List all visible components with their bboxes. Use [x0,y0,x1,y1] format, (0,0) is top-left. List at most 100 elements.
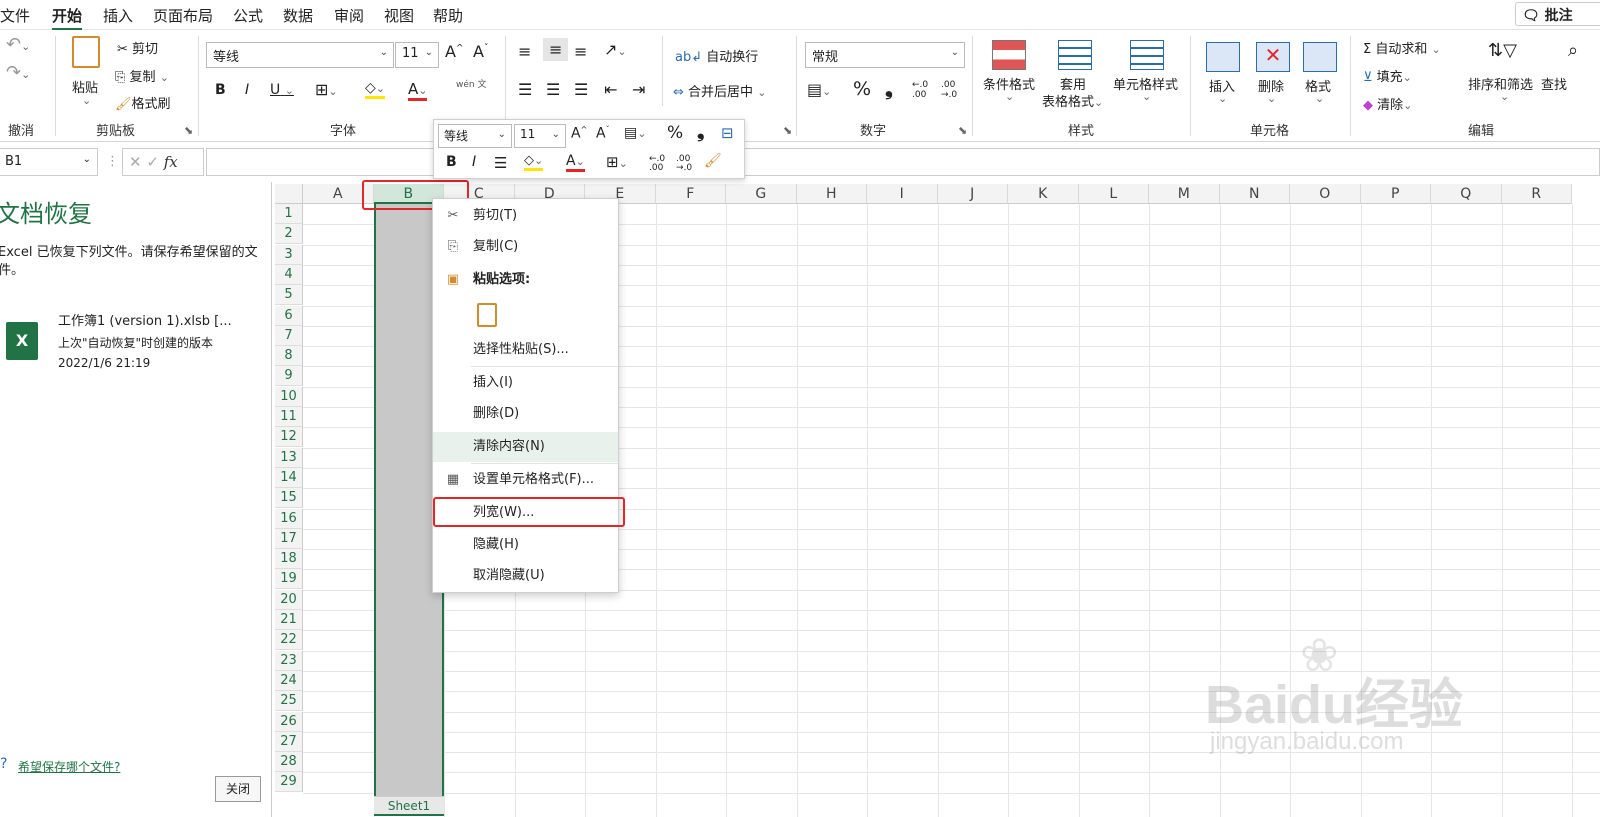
column-header-i[interactable]: I [867,184,938,204]
row-header-19[interactable]: 19 [275,569,303,590]
row-header-13[interactable]: 13 [275,447,303,468]
accounting-format-icon[interactable]: ▤⌄ [807,80,831,99]
decrease-decimal-icon[interactable]: .00 →.0 [941,80,965,100]
mini-size-select[interactable]: 11 ⌄ [514,124,566,148]
number-launcher-icon[interactable]: ⬊ [958,124,967,137]
menu-item-delete[interactable]: 删除(D) [433,399,618,429]
paste-icon[interactable] [72,36,100,68]
enter-icon[interactable]: ✓ [146,153,159,171]
mini-font-select[interactable]: 等线 ⌄ [438,124,512,148]
copy-button[interactable]: ⎘ 复制 ⌄ [115,66,169,85]
row-header-27[interactable]: 27 [275,731,303,752]
column-header-m[interactable]: M [1149,184,1220,204]
row-header-22[interactable]: 22 [275,630,303,651]
mini-italic-button[interactable]: I [472,154,476,170]
tab-formulas[interactable]: 公式 [233,5,263,26]
mini-grow-font-icon[interactable]: A^ [571,125,587,142]
mini-bold-button[interactable]: B [446,154,457,170]
column-header-p[interactable]: P [1360,184,1431,204]
row-header-4[interactable]: 4 [275,264,303,285]
column-header-o[interactable]: O [1290,184,1361,204]
row-header-10[interactable]: 10 [275,386,303,407]
decrease-indent-icon[interactable]: ⇤ [604,80,617,99]
tab-home[interactable]: 开始 [52,5,83,31]
row-header-8[interactable]: 8 [275,346,303,367]
paste-option-icon[interactable] [477,303,497,327]
row-header-2[interactable]: 2 [275,224,303,245]
comma-button[interactable]: ❟ [885,76,893,100]
row-header-20[interactable]: 20 [275,589,303,610]
merge-center-button[interactable]: ⇔ 合并后居中 ⌄ [673,81,766,100]
align-center-icon[interactable]: ☰ [546,80,560,99]
menu-item-hide[interactable]: 隐藏(H) [433,530,618,560]
column-header-q[interactable]: Q [1431,184,1502,204]
recovered-file-name[interactable]: 工作簿1 (version 1).xlsb [... [58,310,232,329]
mini-inc-decimal-icon[interactable]: ←.0 .00 [649,155,669,173]
close-button[interactable]: 关闭 [215,776,261,802]
menu-item-insert[interactable]: 插入(I) [433,368,618,398]
column-header-n[interactable]: N [1219,184,1290,204]
menu-item-copy[interactable]: ⎘ 复制(C) [433,232,618,262]
row-header-26[interactable]: 26 [275,711,303,732]
autosum-button[interactable]: Σ 自动求和 ⌄ [1363,38,1441,57]
cancel-icon[interactable]: ✕ [129,153,142,171]
underline-button[interactable]: U ⌄ [270,82,294,98]
help-link[interactable]: 希望保存哪个文件? [18,758,120,775]
decrease-font-icon[interactable]: Aˇ [473,42,488,61]
menu-item-clear-contents[interactable]: 清除内容(N) [433,432,618,462]
row-header-21[interactable]: 21 [275,610,303,630]
clear-button[interactable]: ◆ 清除⌄ [1363,94,1412,113]
column-header-h[interactable]: H [796,184,867,204]
align-top-icon[interactable]: ≡ [518,42,531,61]
bold-button[interactable]: B [215,82,226,98]
menu-item-cut[interactable]: ✂ 剪切(T) [433,201,618,231]
row-header-9[interactable]: 9 [275,366,303,387]
row-header-15[interactable]: 15 [275,488,303,509]
row-header-18[interactable]: 18 [275,549,303,570]
format-as-table-line2[interactable]: 表格格式⌄ [1042,91,1103,110]
tab-insert[interactable]: 插入 [103,5,133,26]
column-header-k[interactable]: K [1008,184,1079,204]
format-painter-button[interactable]: 🖌格式刷 [115,93,171,112]
increase-font-icon[interactable]: A^ [445,42,464,61]
fill-button[interactable]: ⊻ 填充⌄ [1363,66,1412,85]
row-header-3[interactable]: 3 [275,244,303,265]
column-header-f[interactable]: F [655,184,726,204]
row-header-12[interactable]: 12 [275,427,303,448]
paste-dropdown-icon[interactable]: ⌄ [82,94,91,107]
italic-button[interactable]: I [245,82,249,98]
redo-icon[interactable]: ↷⌄ [6,62,30,83]
tab-data[interactable]: 数据 [283,5,313,26]
mini-dec-decimal-icon[interactable]: .00 →.0 [676,155,696,173]
increase-decimal-icon[interactable]: ←.0 .00 [912,80,936,100]
row-header-16[interactable]: 16 [275,508,303,529]
sheet-tab[interactable]: Sheet1 [374,796,444,816]
orientation-icon[interactable]: ↗⌄ [604,40,627,59]
row-header-29[interactable]: 29 [275,772,303,793]
menu-item-paste-special[interactable]: 选择性粘贴(S)... [433,335,618,365]
align-bottom-icon[interactable]: ≡ [574,42,587,61]
comment-button[interactable]: 🗨 批注 [1515,2,1600,26]
tab-help[interactable]: 帮助 [433,5,463,26]
mini-fill-color-icon[interactable]: ◇⌄ [524,153,544,171]
name-box[interactable]: B1 ⌄ [0,148,98,176]
tab-view[interactable]: 视图 [384,5,414,26]
mini-font-color-button[interactable]: A⌄ [566,153,585,172]
mini-format-painter-icon[interactable]: 🖌 [704,153,722,169]
column-header-l[interactable]: L [1078,184,1149,204]
alignment-launcher-icon[interactable]: ⬊ [783,124,792,137]
row-header-11[interactable]: 11 [275,407,303,427]
tab-page-layout[interactable]: 页面布局 [153,5,213,26]
row-header-23[interactable]: 23 [275,650,303,671]
mini-number-format-icon[interactable]: ▤⌄ [624,125,646,141]
align-middle-icon[interactable]: ≡ [543,38,569,61]
tab-review[interactable]: 审阅 [334,5,364,26]
undo-icon[interactable]: ↶⌄ [6,34,30,55]
row-header-5[interactable]: 5 [275,285,303,306]
mini-align-center-icon[interactable]: ☰ [494,154,507,172]
row-header-24[interactable]: 24 [275,670,303,691]
mini-shrink-font-icon[interactable]: Aˇ [596,125,610,142]
find-select-button[interactable]: 查找 [1541,74,1567,93]
mini-merge-icon[interactable]: ⊟ [721,124,734,142]
clipboard-launcher-icon[interactable]: ⬊ [184,124,193,137]
